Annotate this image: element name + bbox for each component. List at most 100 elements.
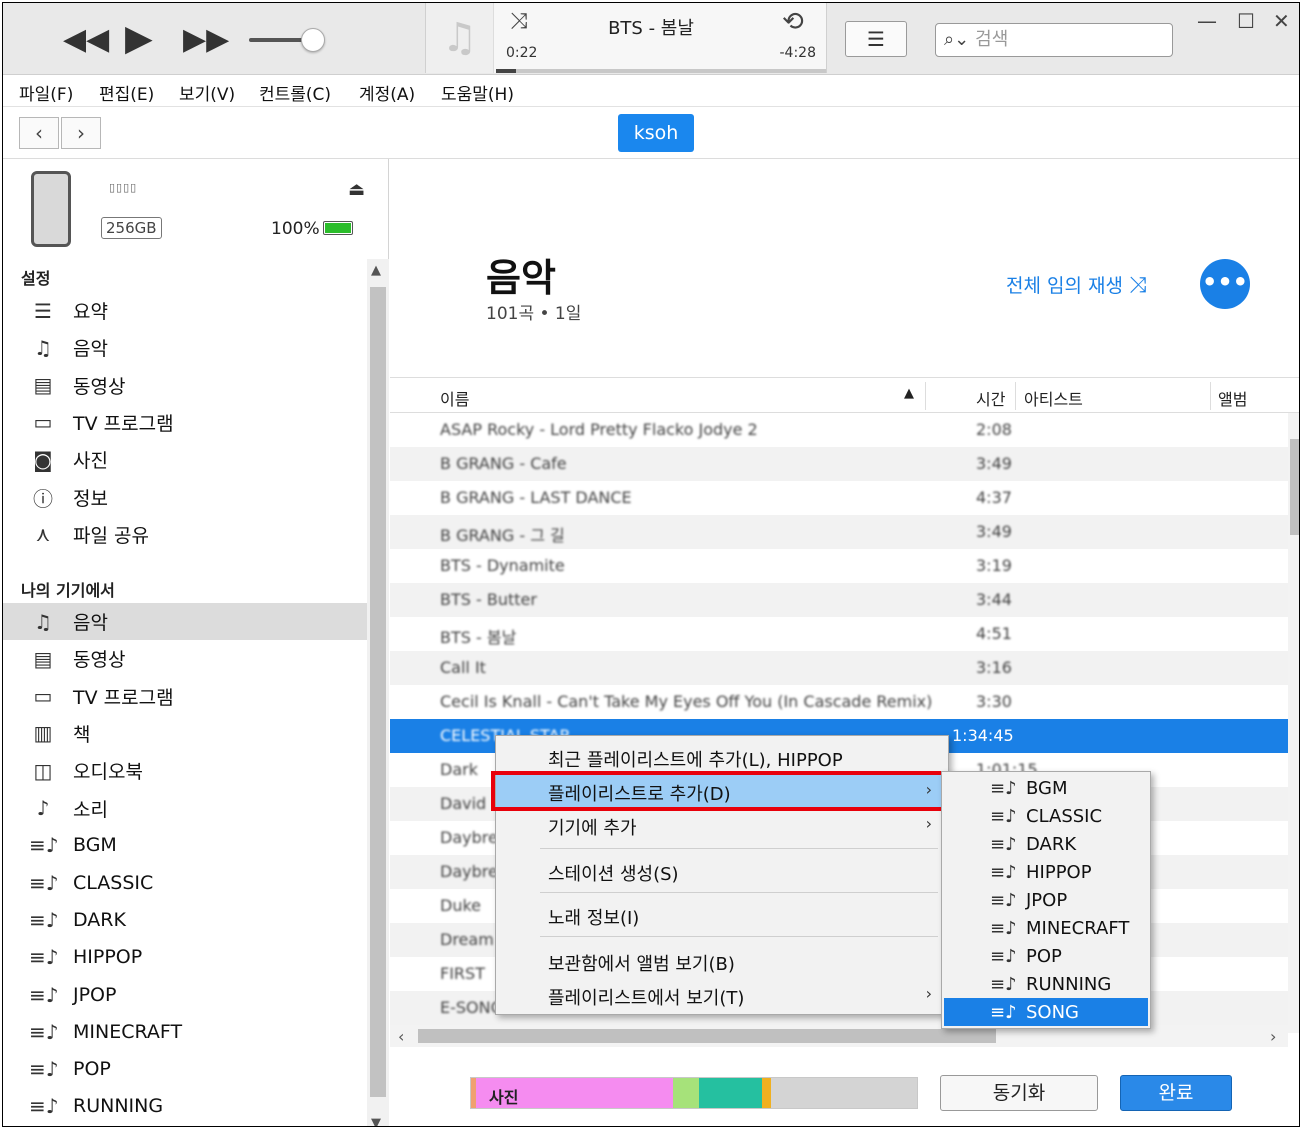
sidebar-device-item-5[interactable]: ♪ 소리 — [3, 790, 367, 827]
column-album[interactable]: 앨범 — [1218, 386, 1247, 410]
sidebar-device-item-11[interactable]: ≡♪ MINECRAFT — [3, 1013, 367, 1050]
submenu-playlist-minecraft[interactable]: ≡♪ MINECRAFT — [944, 914, 1148, 942]
sidebar-device-item-6[interactable]: ≡♪ BGM — [3, 827, 367, 864]
submenu-playlist-pop[interactable]: ≡♪ POP — [944, 942, 1148, 970]
sidebar-setting-6[interactable]: ⋏ 파일 공유 — [3, 516, 367, 553]
shuffle-all-button[interactable]: 전체 임의 재생 ⤨ — [1006, 271, 1147, 298]
scroll-up-icon[interactable]: ▲ — [371, 263, 381, 278]
done-button[interactable]: 완료 — [1120, 1075, 1232, 1111]
song-table-vscroll[interactable] — [1288, 413, 1299, 1033]
back-button[interactable]: ‹ — [19, 117, 59, 149]
sort-ascending-icon[interactable]: ▲ — [904, 386, 914, 401]
menu-help[interactable]: 도움말(H) — [441, 80, 514, 105]
sidebar-scroll-thumb[interactable] — [370, 287, 386, 1097]
book-icon: ▥ — [33, 721, 53, 746]
more-options-button[interactable]: ••• — [1200, 259, 1250, 309]
sidebar-item-label: TV 프로그램 — [73, 412, 174, 435]
ctx-add-recent-playlist[interactable]: 최근 플레이리스트에 추가(L), HIPPOP — [496, 740, 948, 774]
column-time[interactable]: 시간 — [976, 386, 1005, 410]
menu-view[interactable]: 보기(V) — [179, 80, 235, 105]
device-button[interactable]: ksoh — [618, 114, 694, 152]
sidebar-device-item-0[interactable]: ♫ 음악 — [3, 603, 367, 640]
sidebar-device-item-12[interactable]: ≡♪ POP — [3, 1051, 367, 1088]
table-row[interactable]: Call It 3:16 — [390, 651, 1288, 685]
minimize-icon[interactable]: — — [1197, 9, 1217, 33]
sidebar-item-label: RUNNING — [73, 1095, 164, 1118]
sidebar-device-item-1[interactable]: ▤ 동영상 — [3, 640, 367, 677]
fast-forward-icon[interactable]: ▶▶ — [183, 25, 229, 55]
playback-progress[interactable] — [496, 69, 826, 73]
sidebar-device-item-3[interactable]: ▥ 책 — [3, 715, 367, 752]
sync-button[interactable]: 동기화 — [940, 1075, 1098, 1111]
table-row[interactable]: B GRANG - LAST DANCE 4:37 — [390, 481, 1288, 515]
table-row[interactable]: BTS - Butter 3:44 — [390, 583, 1288, 617]
table-row[interactable]: BTS - Dynamite 3:19 — [390, 549, 1288, 583]
song-table-hscroll[interactable]: ‹ › — [390, 1025, 1288, 1047]
ctx-show-album-in-library[interactable]: 보관함에서 앨범 보기(B) — [496, 944, 948, 978]
volume-knob[interactable] — [301, 28, 325, 52]
sidebar-device-item-4[interactable]: ◫ 오디오북 — [3, 752, 367, 789]
menu-account[interactable]: 계정(A) — [359, 80, 415, 105]
elapsed-time: 0:22 — [506, 45, 538, 61]
submenu-playlist-hippop[interactable]: ≡♪ HIPPOP — [944, 858, 1148, 886]
close-icon[interactable]: ✕ — [1273, 9, 1290, 33]
storage-usage-bar[interactable]: 사진 — [470, 1077, 918, 1109]
sidebar-device-item-9[interactable]: ≡♪ HIPPOP — [3, 939, 367, 976]
audiobook-icon: ◫ — [33, 758, 53, 783]
table-row[interactable]: ASAP Rocky - Lord Pretty Flacko Jodye 2 2… — [390, 413, 1288, 447]
sidebar-device-item-8[interactable]: ≡♪ DARK — [3, 901, 367, 938]
sidebar-setting-1[interactable]: ♫ 음악 — [3, 329, 367, 366]
sidebar-device-item-7[interactable]: ≡♪ CLASSIC — [3, 864, 367, 901]
scroll-left-icon[interactable]: ‹ — [398, 1027, 404, 1046]
sidebar-scrollbar[interactable]: ▲ ▼ — [367, 259, 389, 1126]
sidebar-setting-2[interactable]: ▤ 동영상 — [3, 367, 367, 404]
playlist-icon: ≡♪ — [990, 889, 1017, 911]
ctx-song-info[interactable]: 노래 정보(I) — [496, 898, 948, 932]
playlist-icon: ≡♪ — [990, 861, 1017, 883]
page-title: 음악 — [486, 256, 556, 300]
table-row[interactable]: Cecil Is Knall - Can't Take My Eyes Off … — [390, 685, 1288, 719]
table-row[interactable]: B GRANG - Cafe 3:49 — [390, 447, 1288, 481]
playlist-icon: ≡♪ — [990, 973, 1017, 995]
scroll-right-icon[interactable]: › — [1270, 1027, 1276, 1046]
submenu-playlist-dark[interactable]: ≡♪ DARK — [944, 830, 1148, 858]
song-table-hscroll-thumb[interactable] — [418, 1029, 996, 1043]
table-row[interactable]: B GRANG - 그 길 3:49 — [390, 515, 1288, 549]
table-row[interactable]: BTS - 봄날 4:51 — [390, 617, 1288, 651]
column-artist[interactable]: 아티스트 — [1024, 386, 1083, 410]
ctx-show-in-playlist[interactable]: 플레이리스트에서 보기(T) › — [496, 978, 948, 1012]
sidebar-device-item-2[interactable]: ▭ TV 프로그램 — [3, 678, 367, 715]
repeat-icon[interactable]: ⟲ — [782, 7, 804, 37]
sidebar-device-item-13[interactable]: ≡♪ RUNNING — [3, 1088, 367, 1125]
sidebar-device-item-10[interactable]: ≡♪ JPOP — [3, 976, 367, 1013]
sidebar-item-label: JPOP — [73, 983, 117, 1006]
rewind-icon[interactable]: ◀◀ — [63, 25, 109, 55]
submenu-playlist-classic[interactable]: ≡♪ CLASSIC — [944, 802, 1148, 830]
maximize-icon[interactable]: ☐ — [1237, 9, 1255, 33]
submenu-item-label: SONG — [1026, 1001, 1080, 1023]
ctx-add-to-device[interactable]: 기기에 추가 › — [496, 808, 948, 842]
submenu-playlist-jpop[interactable]: ≡♪ JPOP — [944, 886, 1148, 914]
sidebar-setting-0[interactable]: ☰ 요약 — [3, 292, 367, 329]
sidebar-item-label: BGM — [73, 834, 117, 857]
submenu-playlist-song[interactable]: ≡♪ SONG — [944, 998, 1148, 1026]
submenu-playlist-bgm[interactable]: ≡♪ BGM — [944, 774, 1148, 802]
column-name[interactable]: 이름 — [440, 386, 469, 410]
shuffle-icon[interactable]: ⤨ — [510, 9, 528, 34]
play-icon[interactable]: ▶ — [125, 21, 153, 57]
menu-file[interactable]: 파일(F) — [19, 80, 73, 105]
menu-edit[interactable]: 편집(E) — [99, 80, 154, 105]
up-next-list-button[interactable]: ☰ — [845, 21, 907, 57]
menu-controls[interactable]: 컨트롤(C) — [259, 80, 331, 105]
scroll-down-icon[interactable]: ▼ — [371, 1116, 381, 1126]
forward-button[interactable]: › — [61, 117, 101, 149]
song-table-vscroll-thumb[interactable] — [1290, 439, 1299, 535]
eject-icon[interactable]: ⏏ — [348, 179, 365, 200]
ctx-create-station[interactable]: 스테이션 생성(S) — [496, 854, 948, 888]
sidebar-item-label: 음악 — [73, 612, 108, 634]
sidebar-setting-3[interactable]: ▭ TV 프로그램 — [3, 404, 367, 441]
sidebar-setting-5[interactable]: ⓘ 정보 — [3, 479, 367, 516]
search-input[interactable]: ⌕⌄ 검색 — [935, 23, 1173, 57]
submenu-playlist-running[interactable]: ≡♪ RUNNING — [944, 970, 1148, 998]
sidebar-setting-4[interactable]: ◙ 사진 — [3, 441, 367, 478]
